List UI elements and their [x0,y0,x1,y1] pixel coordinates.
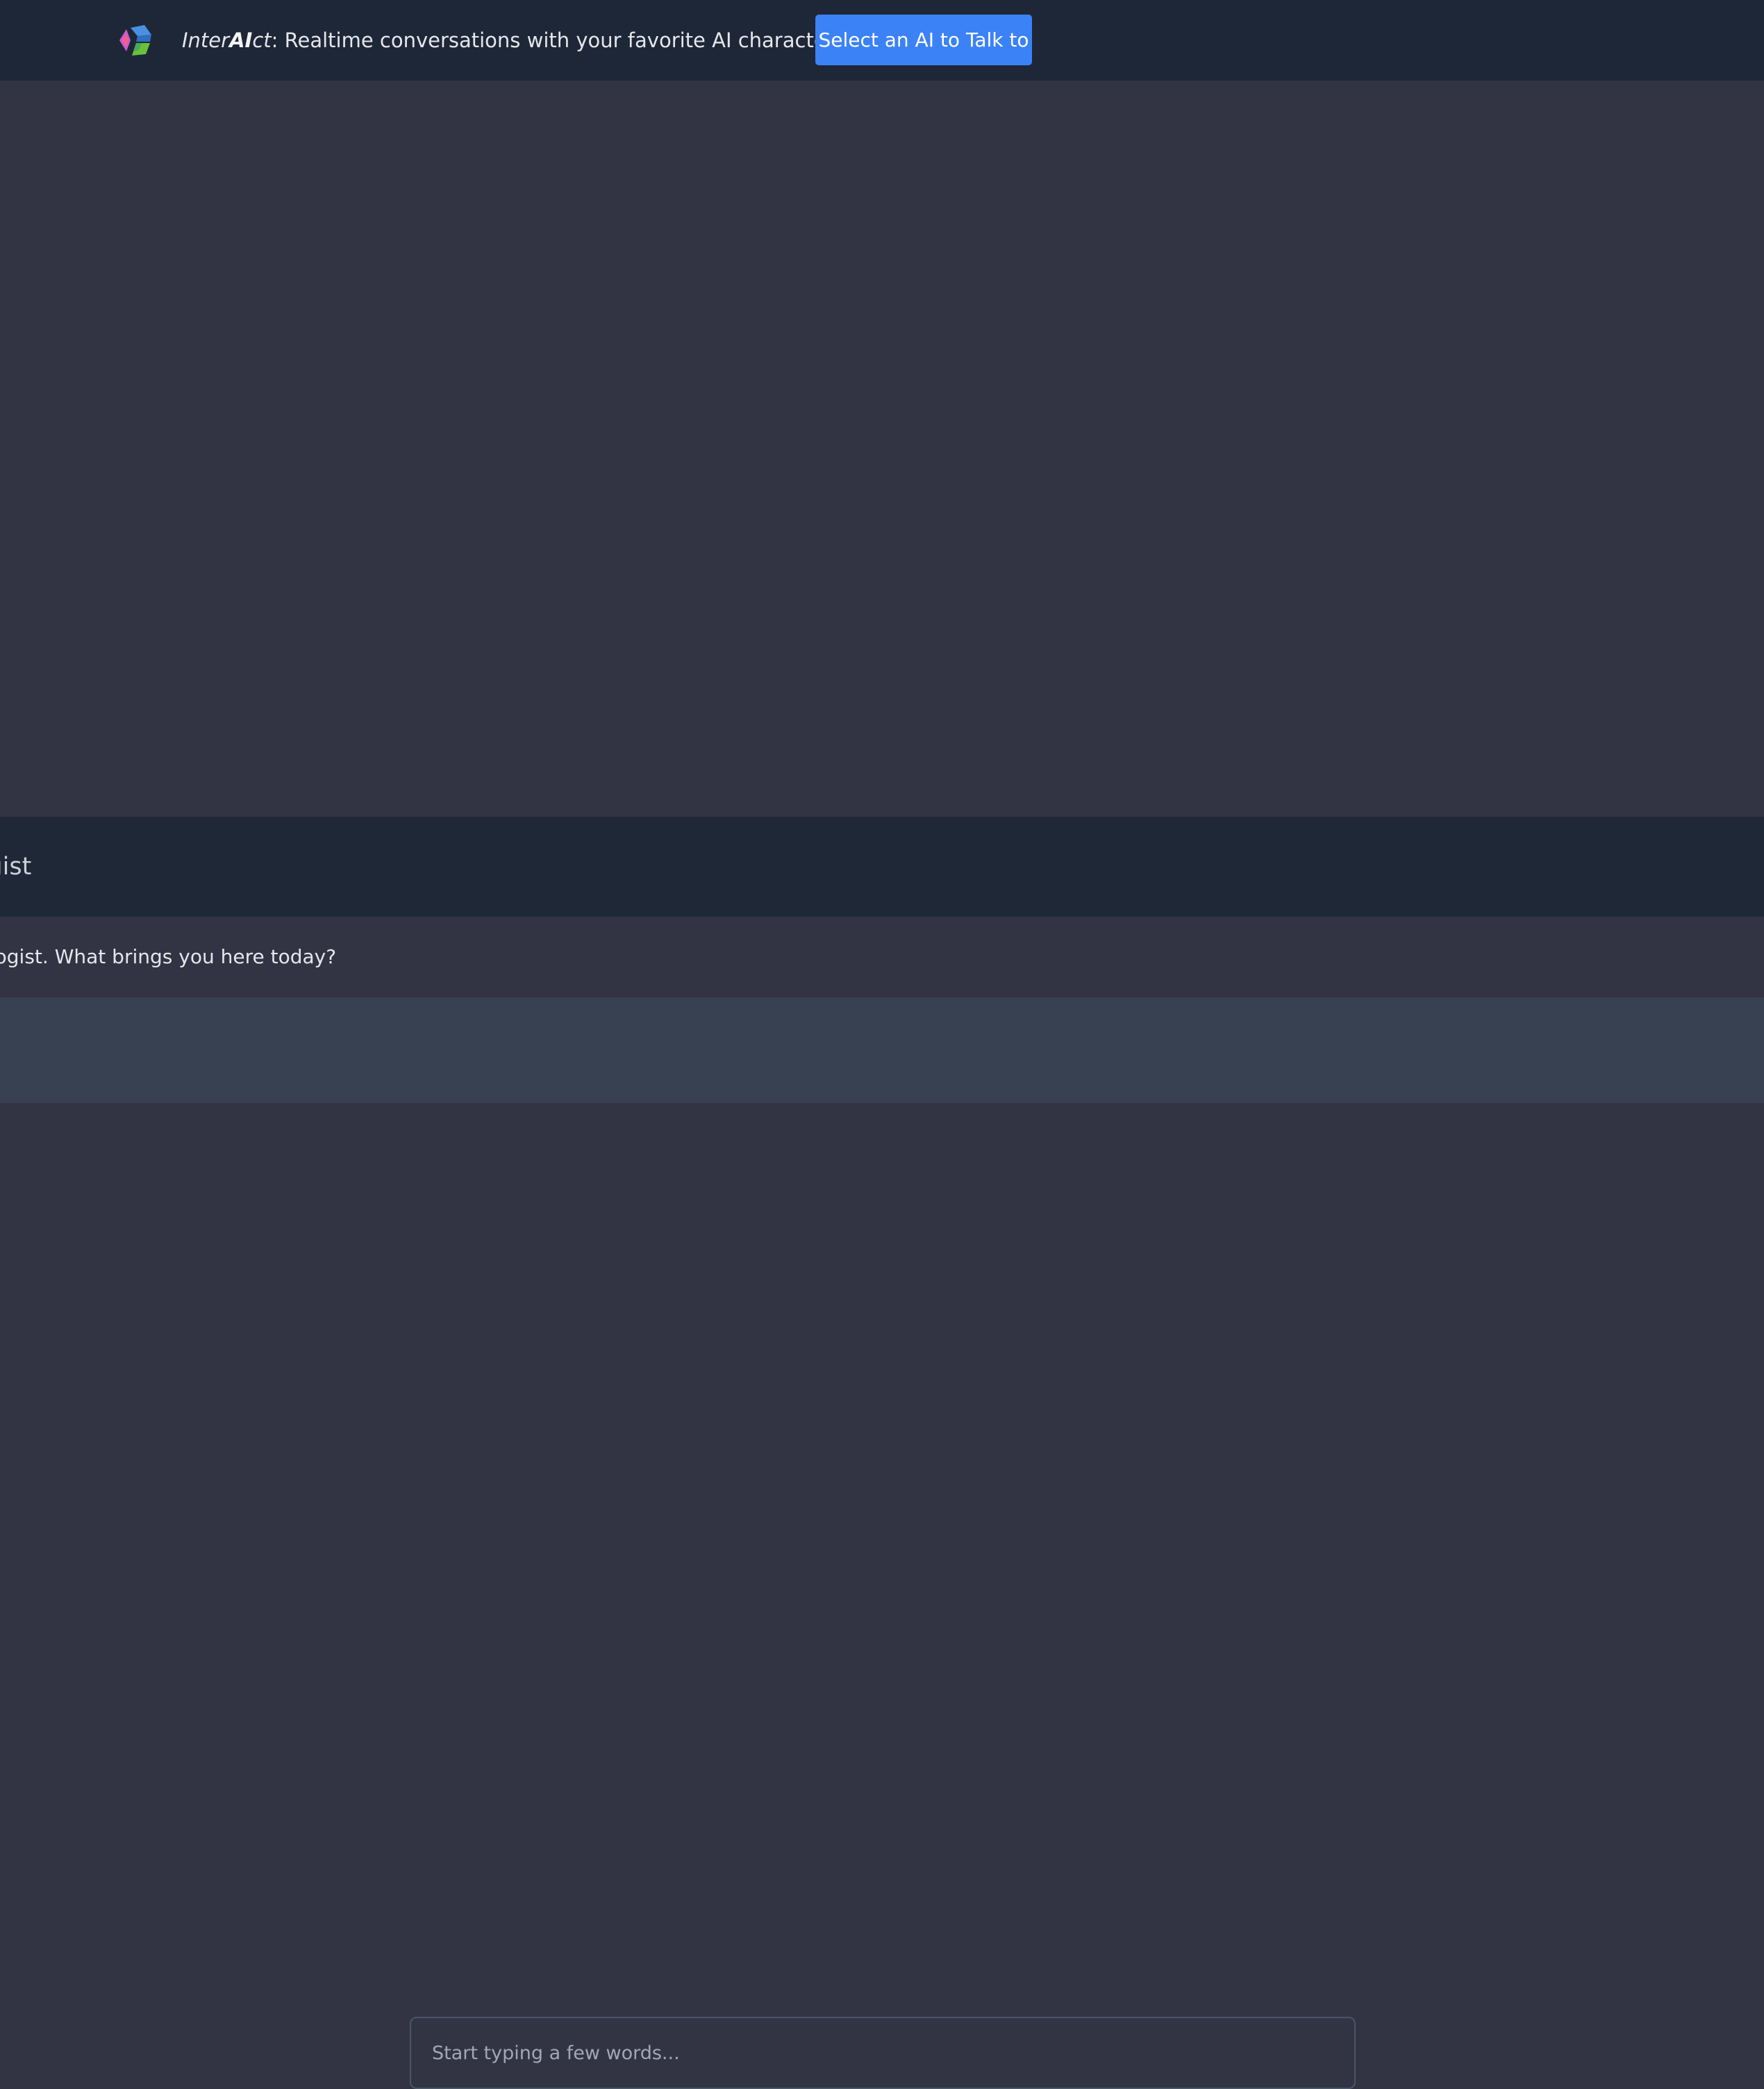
character-stage [0,81,1764,817]
hexagon-cube-logo-icon [119,25,151,56]
composer-area [0,997,1764,2089]
assistant-message: hologist. What brings you here today? [0,945,337,968]
tagline-text: : Realtime conversations with your favor… [271,28,835,52]
brand-name-prefix: Inter [182,28,230,52]
app-tagline: InterAIct: Realtime conversations with y… [182,25,835,56]
character-name: ogist [0,853,32,881]
brand-name-ai: AI [229,28,253,52]
select-ai-button[interactable]: Select an AI to Talk to [815,15,1032,65]
brand-name-suffix: ct [252,28,272,52]
top-bar: InterAIct: Realtime conversations with y… [0,0,1764,81]
message-input[interactable] [410,2017,1356,2089]
character-header [0,817,1764,917]
